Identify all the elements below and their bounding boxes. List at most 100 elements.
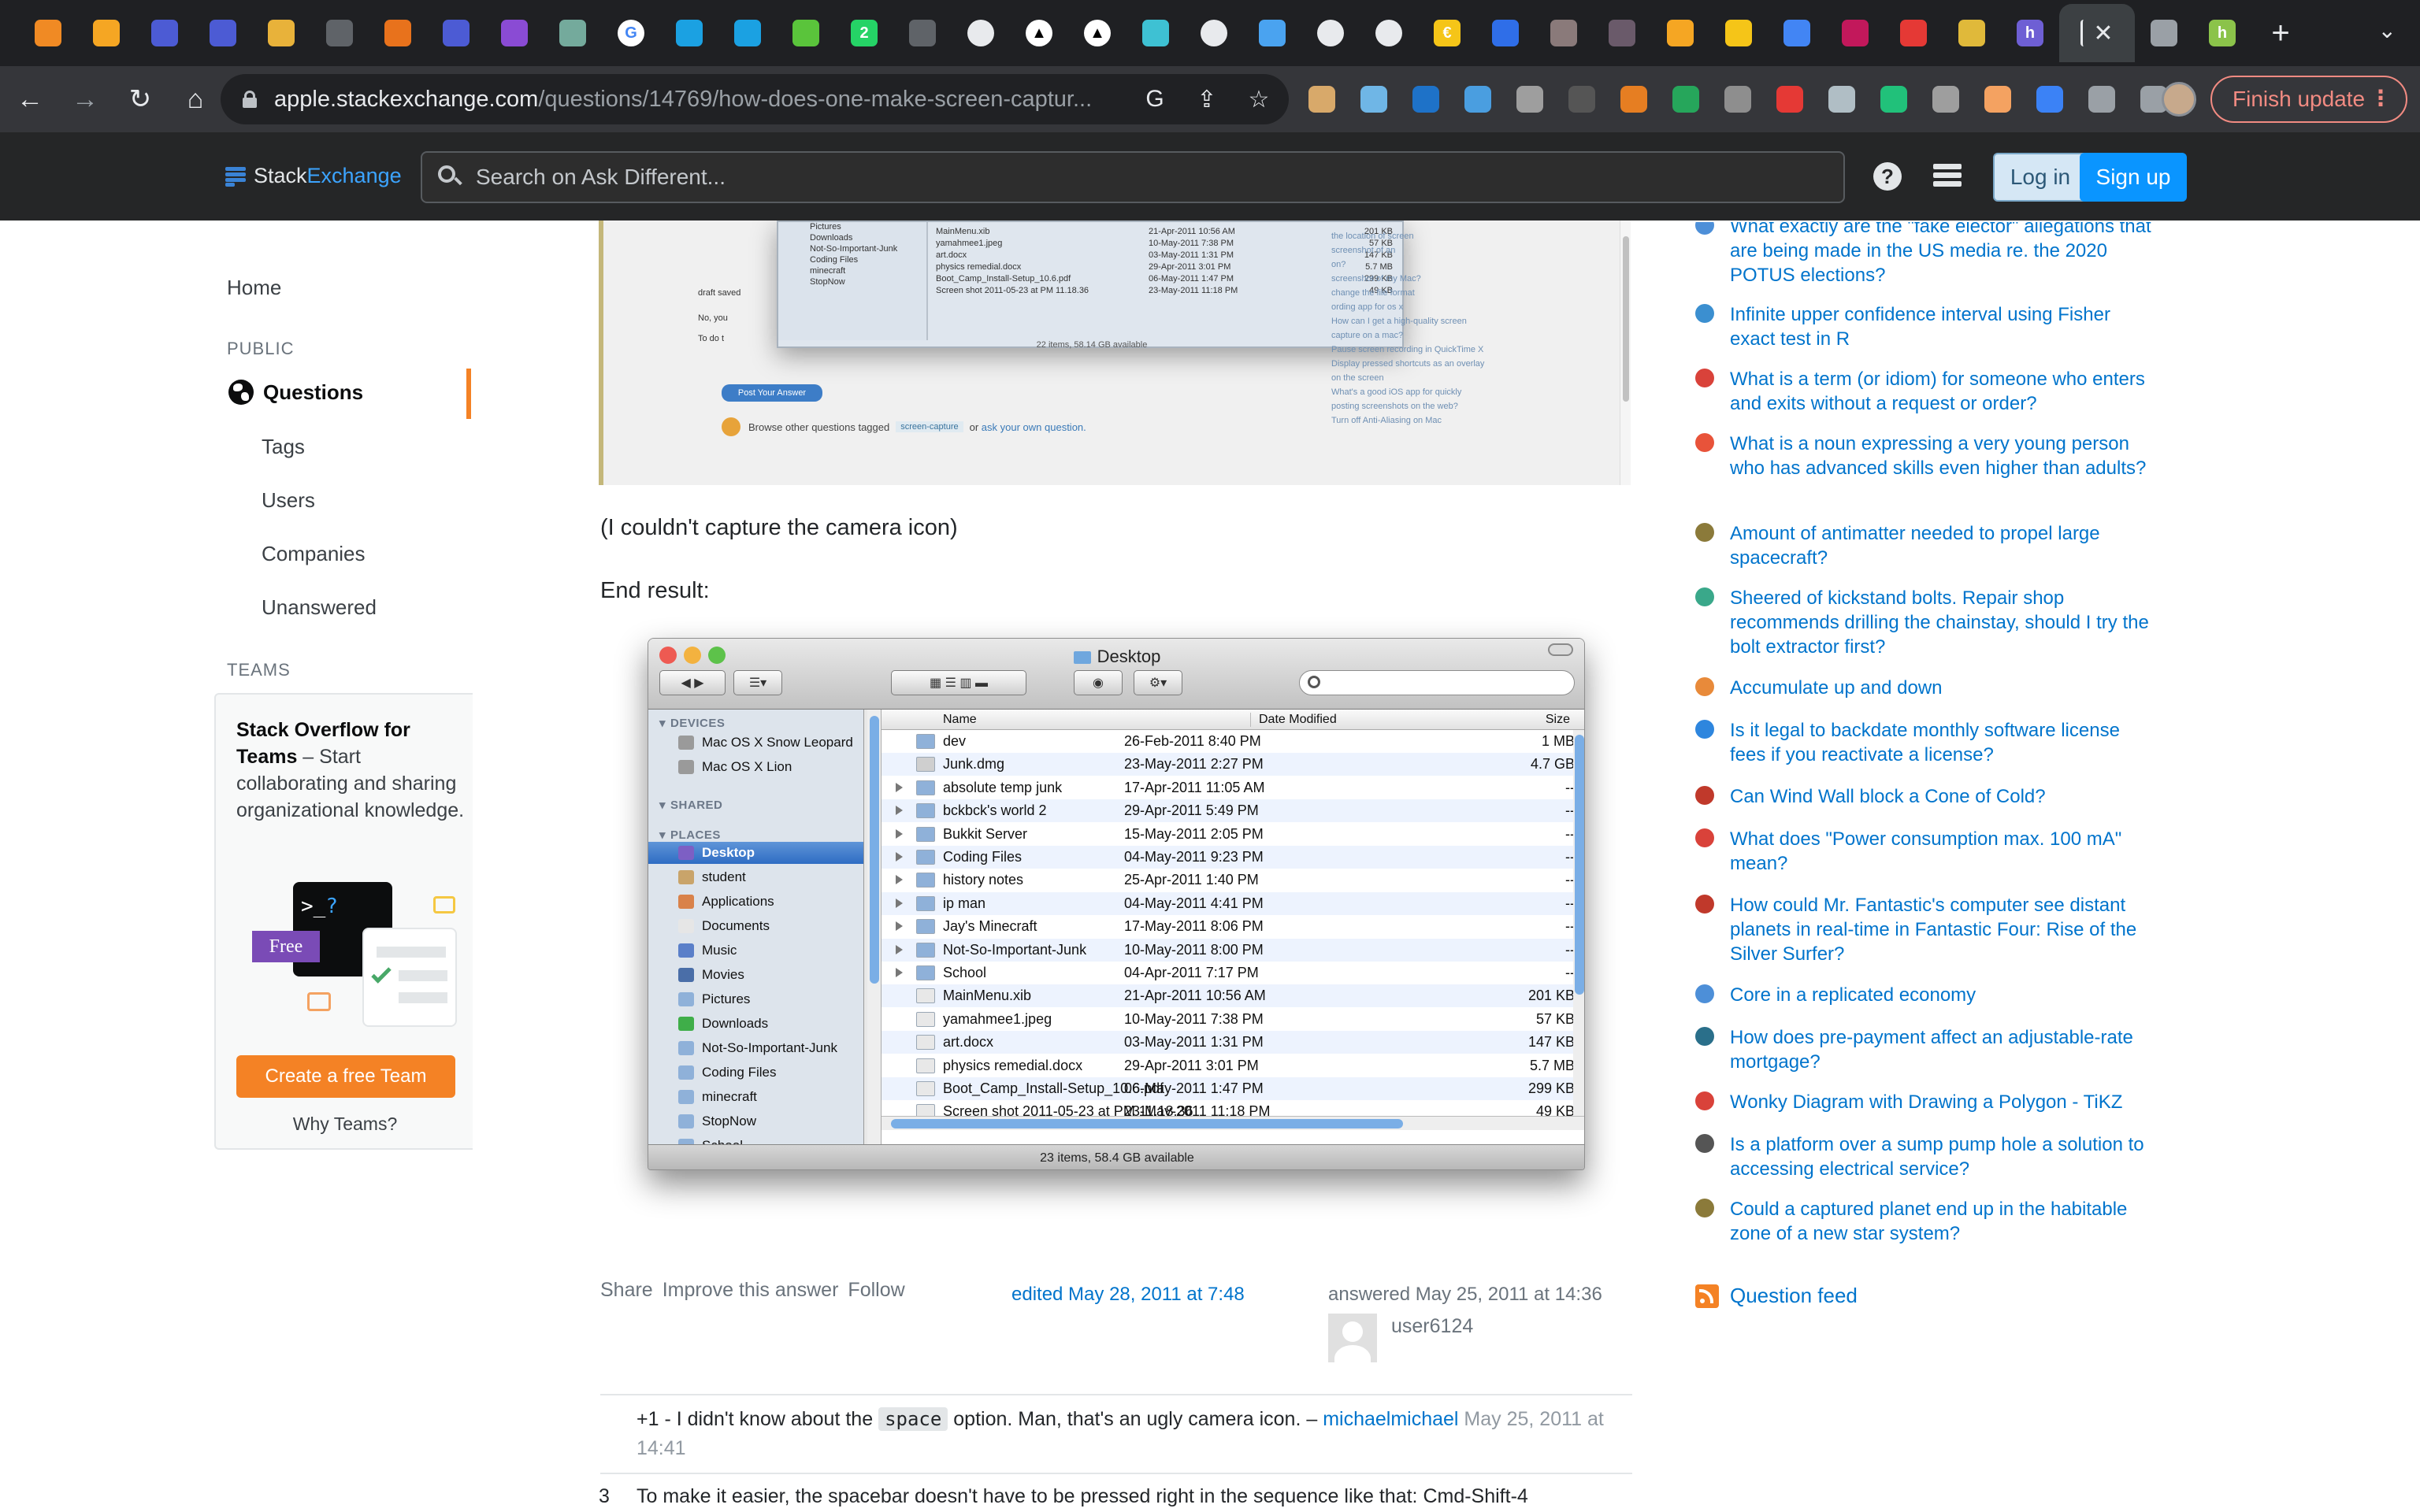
browser-tab[interactable] [310,4,369,62]
extension-icon[interactable] [1717,79,1758,120]
tab-search-icon[interactable]: ⌄ [2378,17,2396,43]
browser-tab[interactable] [1709,4,1768,62]
search-input[interactable] [476,165,1736,190]
extension-icon[interactable] [1925,79,1966,120]
hot-question-link[interactable]: What exactly are the "fake elector" alle… [1730,222,2160,287]
hot-question-link[interactable]: What does "Power consumption max. 100 mA… [1730,827,2160,876]
profile-avatar[interactable] [2162,82,2196,117]
browser-tab[interactable]: ✕ [2059,4,2135,62]
hot-question-link[interactable]: Is it legal to backdate monthly software… [1730,718,2160,767]
browser-tab[interactable] [1884,4,1943,62]
question-feed-link[interactable]: Question feed [1695,1284,1858,1308]
nav-tags[interactable]: Tags [262,435,305,459]
user-avatar[interactable] [1328,1314,1377,1362]
browser-tab[interactable] [369,4,427,62]
browser-tab[interactable] [718,4,777,62]
browser-tab[interactable] [135,4,194,62]
hot-question-link[interactable]: Core in a replicated economy [1730,983,2160,1007]
browser-tab[interactable] [544,4,602,62]
browser-tab[interactable]: G [602,4,660,62]
create-team-button[interactable]: Create a free Team [236,1055,455,1098]
browser-tab[interactable]: h [2001,4,2059,62]
hot-question-link[interactable]: Can Wind Wall block a Cone of Cold? [1730,784,2160,809]
nav-users[interactable]: Users [262,488,315,513]
browser-tab[interactable] [485,4,544,62]
hot-question-link[interactable]: Sheered of kickstand bolts. Repair shop … [1730,586,2160,659]
browser-tab[interactable] [1651,4,1709,62]
url-text[interactable]: apple.stackexchange.com/questions/14769/… [274,87,1125,113]
hot-question-link[interactable]: How could Mr. Fantastic's computer see d… [1730,893,2160,966]
google-lens-icon[interactable]: G [1139,83,1171,115]
hot-question-link[interactable]: What is a noun expressing a very young p… [1730,432,2160,480]
browser-tab[interactable]: 2 [835,4,893,62]
extension-icon[interactable] [1613,79,1654,120]
extension-icon[interactable] [1301,79,1342,120]
browser-tab[interactable] [1593,4,1651,62]
share-icon[interactable]: ⇪ [1191,83,1223,115]
browser-tab[interactable] [77,4,135,62]
edited-link[interactable]: edited May 28, 2011 at 7:48 [1011,1284,1245,1306]
extension-icon[interactable] [1977,79,2018,120]
extension-icon[interactable] [1509,79,1550,120]
login-button[interactable]: Log in [1993,153,2088,202]
signup-button[interactable]: Sign up [2080,153,2187,202]
home-icon[interactable]: ⌂ [170,74,221,124]
extension-icon[interactable] [2081,79,2122,120]
browser-tab[interactable] [1943,4,2001,62]
browser-tab[interactable] [1768,4,1826,62]
extension-icon[interactable] [1821,79,1862,120]
site-switcher-icon[interactable] [1933,164,1962,189]
browser-tab[interactable] [893,4,952,62]
hot-question-link[interactable]: What is a term (or idiom) for someone wh… [1730,367,2160,416]
browser-tab[interactable]: ▲ [1068,4,1126,62]
share-link[interactable]: Share [600,1279,653,1302]
why-teams-link[interactable]: Why Teams? [216,1114,474,1135]
follow-link[interactable]: Follow [848,1279,904,1302]
browser-tab[interactable]: ▲ [1010,4,1068,62]
nav-questions[interactable]: Questions [228,380,363,405]
comment-user-link[interactable]: michaelmichael [1323,1408,1458,1430]
browser-tab[interactable] [1535,4,1593,62]
hot-question-link[interactable]: How does pre-payment affect an adjustabl… [1730,1025,2160,1074]
extension-icon[interactable] [1873,79,1914,120]
extension-icon[interactable] [1561,79,1602,120]
browser-tab[interactable] [660,4,718,62]
browser-tab[interactable] [1243,4,1301,62]
nav-home[interactable]: Home [227,276,281,300]
forward-arrow-icon[interactable]: → [60,74,110,124]
help-icon[interactable]: ? [1873,162,1902,191]
site-search[interactable] [421,151,1845,203]
browser-tab[interactable] [1185,4,1243,62]
extension-icon[interactable] [1769,79,1810,120]
browser-tab[interactable] [194,4,252,62]
reload-icon[interactable]: ↻ [115,74,165,124]
hot-question-link[interactable]: Wonky Diagram with Drawing a Polygon - T… [1730,1090,2160,1114]
improve-answer-link[interactable]: Improve this answer [663,1279,839,1302]
browser-tab[interactable] [19,4,77,62]
kebab-menu-icon[interactable]: ⋮ [2370,85,2392,111]
hot-question-link[interactable]: Accumulate up and down [1730,676,2160,700]
user-name[interactable]: user6124 [1391,1315,1473,1338]
extension-icon[interactable] [1353,79,1394,120]
browser-tab[interactable] [777,4,835,62]
extension-icon[interactable] [1405,79,1446,120]
browser-tab[interactable] [2135,4,2193,62]
close-tab-icon[interactable]: ✕ [2093,20,2113,47]
browser-tab[interactable] [1360,4,1418,62]
browser-tab[interactable] [1476,4,1535,62]
browser-tab[interactable] [952,4,1010,62]
browser-tab[interactable]: € [1418,4,1476,62]
extension-icon[interactable] [1665,79,1706,120]
hot-question-link[interactable]: Amount of antimatter needed to propel la… [1730,521,2160,570]
lock-icon[interactable] [243,91,257,108]
extension-icon[interactable] [2029,79,2070,120]
hot-question-link[interactable]: Is a platform over a sump pump hole a so… [1730,1132,2160,1181]
browser-tab[interactable]: h [2193,4,2251,62]
new-tab-icon[interactable]: + [2251,16,2310,51]
browser-tab[interactable] [427,4,485,62]
finish-update-button[interactable]: Finish update ⋮ [2210,76,2407,123]
browser-tab[interactable] [1301,4,1360,62]
browser-tab[interactable] [1126,4,1185,62]
stackexchange-logo[interactable]: StackExchange [225,164,402,188]
nav-unanswered[interactable]: Unanswered [262,595,377,620]
